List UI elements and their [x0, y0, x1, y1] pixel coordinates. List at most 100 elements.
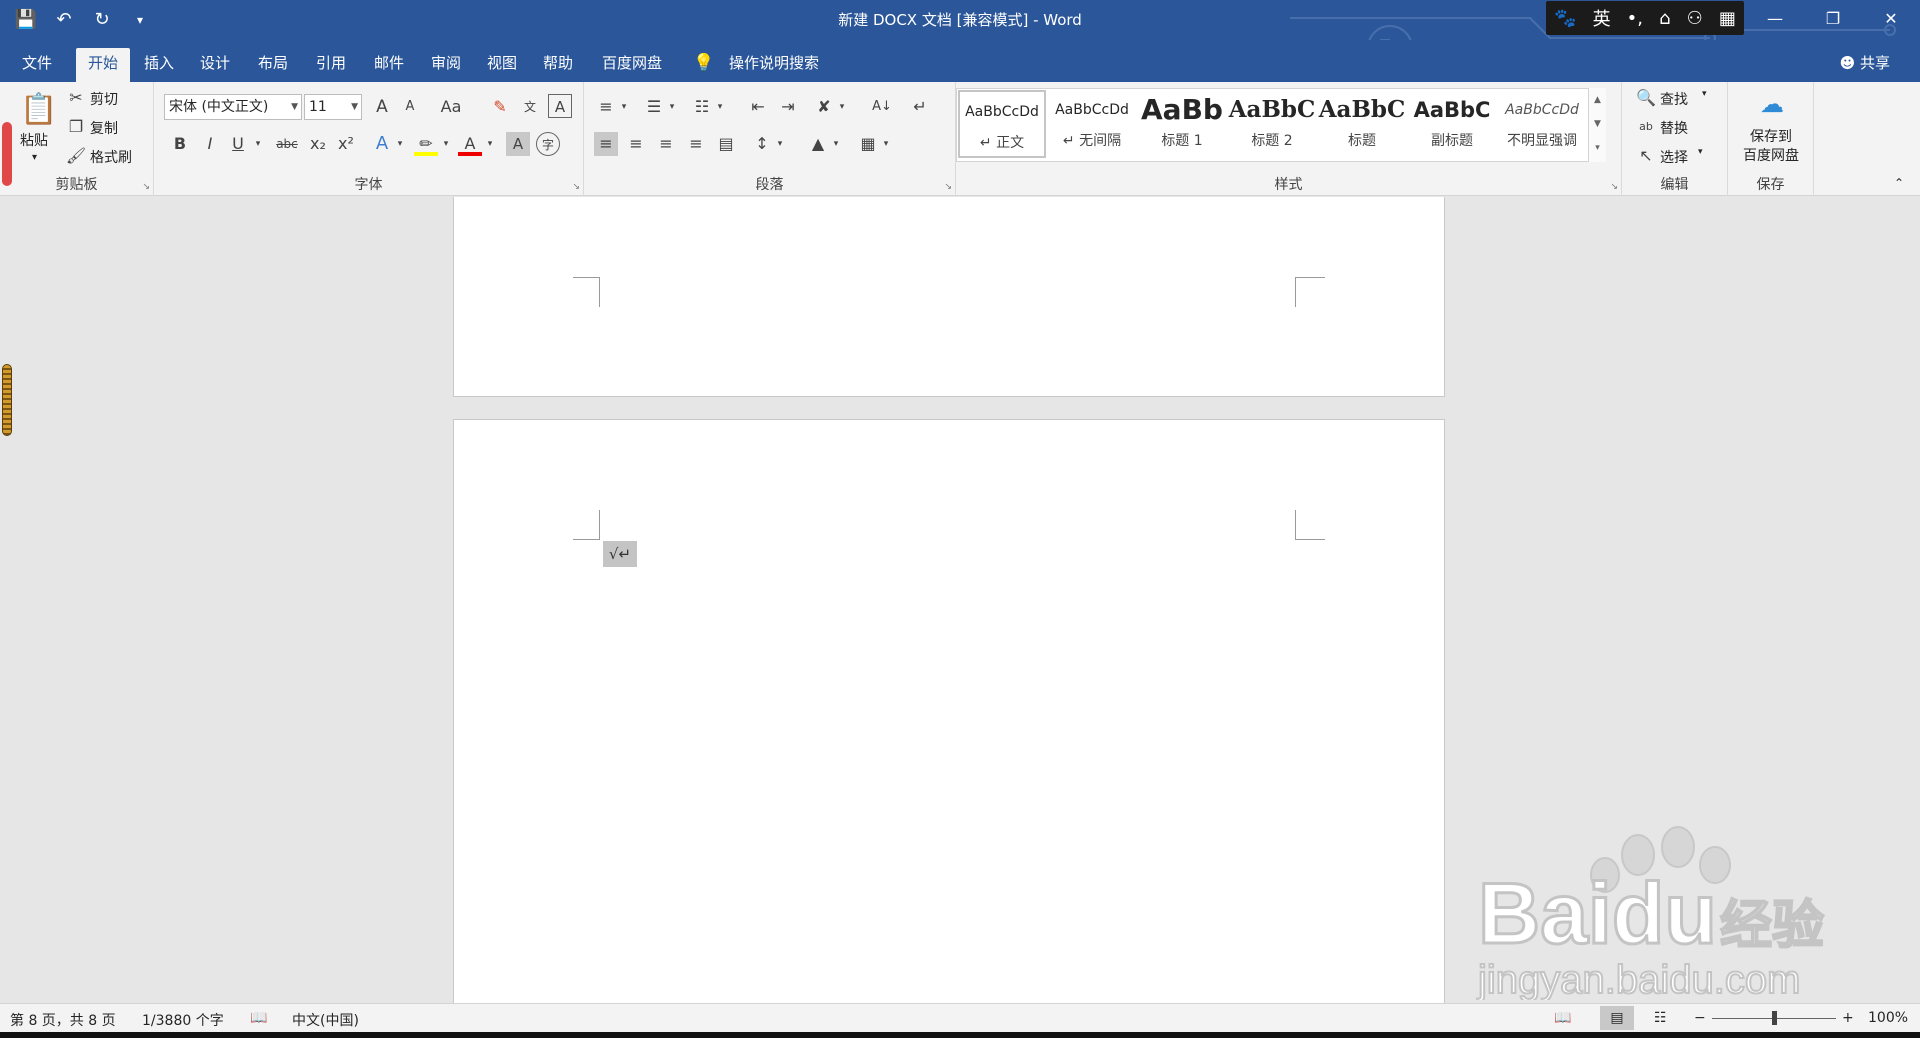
justify-icon[interactable]: ≡ — [684, 132, 708, 156]
tab-view[interactable]: 视图 — [477, 48, 527, 82]
enclose-characters-icon[interactable]: 字 — [536, 132, 560, 156]
gallery-down-icon[interactable]: ▼ — [1589, 112, 1606, 136]
toolbox-icon[interactable]: ⌂ — [1659, 8, 1670, 29]
grid-icon[interactable]: ▦ — [1719, 8, 1736, 29]
align-left-icon[interactable]: ≡ — [594, 132, 618, 156]
replace-label[interactable]: 替换 — [1660, 118, 1688, 138]
find-label[interactable]: 查找 — [1660, 89, 1688, 109]
select-label[interactable]: 选择 — [1660, 147, 1688, 167]
format-painter-icon[interactable]: 🖌 — [64, 144, 88, 168]
style-subtle-emphasis[interactable]: AaBbCcDd 不明显强调 — [1498, 90, 1586, 158]
tab-design[interactable]: 设计 — [190, 48, 240, 82]
select-dropdown-icon[interactable]: ▾ — [1698, 147, 1703, 157]
minimize-icon[interactable]: — — [1746, 0, 1804, 38]
highlight-dropdown-icon[interactable]: ▾ — [434, 132, 458, 156]
subscript-icon[interactable]: x₂ — [306, 132, 330, 156]
tab-help[interactable]: 帮助 — [533, 48, 583, 82]
word-count[interactable]: 1/3880 个字 — [142, 1010, 224, 1030]
paragraph-launcher-icon[interactable]: ↘ — [944, 182, 952, 192]
ime-lang[interactable]: 英 — [1593, 5, 1611, 31]
find-icon[interactable]: 🔍 — [1634, 86, 1658, 110]
gallery-up-icon[interactable]: ▲ — [1589, 88, 1606, 112]
style-heading-1[interactable]: AaBb 标题 1 — [1138, 90, 1226, 158]
distribute-icon[interactable]: ▤ — [714, 132, 738, 156]
zoom-out-icon[interactable]: − — [1694, 1010, 1706, 1026]
format-painter-label[interactable]: 格式刷 — [90, 147, 132, 167]
document-page-current[interactable]: √↵ — [453, 419, 1445, 1003]
baidu-netdisk-icon[interactable]: ☁ — [1756, 92, 1788, 124]
font-name-box[interactable]: 宋体 (中文正文) ▼ — [164, 94, 302, 120]
sort-icon[interactable]: A↓ — [870, 95, 894, 119]
punct-icon[interactable]: •, — [1627, 8, 1643, 29]
styles-launcher-icon[interactable]: ↘ — [1610, 182, 1618, 192]
select-icon[interactable]: ↖ — [1634, 144, 1658, 168]
collapse-ribbon-icon[interactable]: ⌃ — [1894, 176, 1904, 190]
clear-format-icon[interactable]: ✎ — [488, 95, 512, 119]
restore-icon[interactable]: ❐ — [1804, 0, 1862, 38]
print-layout-icon[interactable]: ▤ — [1600, 1006, 1634, 1030]
tell-me-search[interactable]: 操作说明搜索 — [722, 48, 826, 82]
tab-review[interactable]: 审阅 — [421, 48, 471, 82]
share-button[interactable]: ☻ 共享 — [1840, 48, 1890, 78]
style-title[interactable]: AaBbC 标题 — [1318, 90, 1406, 158]
grow-font-icon[interactable]: A — [370, 95, 394, 119]
chinese-layout-dropdown-icon[interactable]: ▾ — [830, 95, 854, 119]
user-icon[interactable]: ⚇ — [1687, 8, 1703, 29]
cut-label[interactable]: 剪切 — [90, 89, 118, 109]
document-page-previous[interactable] — [453, 197, 1445, 397]
font-color-dropdown-icon[interactable]: ▾ — [478, 132, 502, 156]
multilevel-dropdown-icon[interactable]: ▾ — [708, 95, 732, 119]
increase-indent-icon[interactable]: ⇥ — [776, 95, 800, 119]
bullets-dropdown-icon[interactable]: ▾ — [612, 95, 636, 119]
paste-label[interactable]: 粘贴 — [20, 130, 48, 150]
shading-dropdown-icon[interactable]: ▾ — [824, 132, 848, 156]
gallery-more-icon[interactable]: ▾ — [1589, 136, 1606, 160]
font-launcher-icon[interactable]: ↘ — [572, 182, 580, 192]
tab-mailings[interactable]: 邮件 — [364, 48, 414, 82]
paste-dropdown-icon[interactable]: ▾ — [32, 152, 37, 163]
copy-label[interactable]: 复制 — [90, 118, 118, 138]
underline-dropdown-icon[interactable]: ▾ — [246, 132, 270, 156]
align-right-icon[interactable]: ≡ — [654, 132, 678, 156]
read-mode-icon[interactable]: 📖 — [1554, 1010, 1571, 1026]
paragraph-mark[interactable]: √↵ — [603, 541, 637, 567]
text-effects-dropdown-icon[interactable]: ▾ — [388, 132, 412, 156]
paste-icon[interactable]: 📋 — [20, 90, 57, 130]
page-count[interactable]: 第 8 页，共 8 页 — [10, 1010, 116, 1030]
tab-layout[interactable]: 布局 — [248, 48, 298, 82]
cut-icon[interactable]: ✂ — [64, 86, 88, 110]
phonetic-guide-icon[interactable]: 文 — [518, 95, 542, 119]
save-baidu-button[interactable]: 保存到 百度网盘 — [1728, 128, 1814, 166]
proofing-icon[interactable]: 📖 — [250, 1010, 267, 1026]
strikethrough-icon[interactable]: abc — [272, 132, 302, 156]
tab-file[interactable]: 文件 — [10, 48, 64, 82]
zoom-in-icon[interactable]: + — [1842, 1010, 1854, 1026]
zoom-level[interactable]: 100% — [1868, 1010, 1908, 1026]
character-border-icon[interactable]: A — [548, 94, 572, 118]
left-scroll-handle[interactable] — [2, 364, 12, 436]
paw-icon[interactable]: 🐾 — [1554, 8, 1576, 29]
close-icon[interactable]: ✕ — [1862, 0, 1920, 38]
numbering-dropdown-icon[interactable]: ▾ — [660, 95, 684, 119]
line-spacing-dropdown-icon[interactable]: ▾ — [768, 132, 792, 156]
shrink-font-icon[interactable]: A — [398, 95, 422, 119]
tab-insert[interactable]: 插入 — [134, 48, 184, 82]
style-normal[interactable]: AaBbCcDd ↵ 正文 — [958, 90, 1046, 158]
show-marks-icon[interactable]: ↵ — [908, 95, 932, 119]
style-heading-2[interactable]: AaBbC 标题 2 — [1228, 90, 1316, 158]
superscript-icon[interactable]: x² — [334, 132, 358, 156]
change-case-icon[interactable]: Aa — [434, 95, 468, 119]
language-status[interactable]: 中文(中国) — [292, 1010, 359, 1030]
font-size-dropdown-icon[interactable]: ▼ — [351, 95, 358, 119]
borders-dropdown-icon[interactable]: ▾ — [874, 132, 898, 156]
tab-references[interactable]: 引用 — [306, 48, 356, 82]
clipboard-launcher-icon[interactable]: ↘ — [142, 182, 150, 192]
font-size-box[interactable]: 11 ▼ — [304, 94, 362, 120]
tab-home[interactable]: 开始 — [76, 48, 130, 82]
replace-icon[interactable]: ab — [1634, 115, 1658, 139]
font-name-dropdown-icon[interactable]: ▼ — [291, 95, 298, 119]
zoom-slider-thumb[interactable] — [1772, 1011, 1777, 1025]
find-dropdown-icon[interactable]: ▾ — [1702, 89, 1707, 99]
italic-icon[interactable]: I — [198, 132, 222, 156]
character-shading-icon[interactable]: A — [506, 132, 530, 156]
